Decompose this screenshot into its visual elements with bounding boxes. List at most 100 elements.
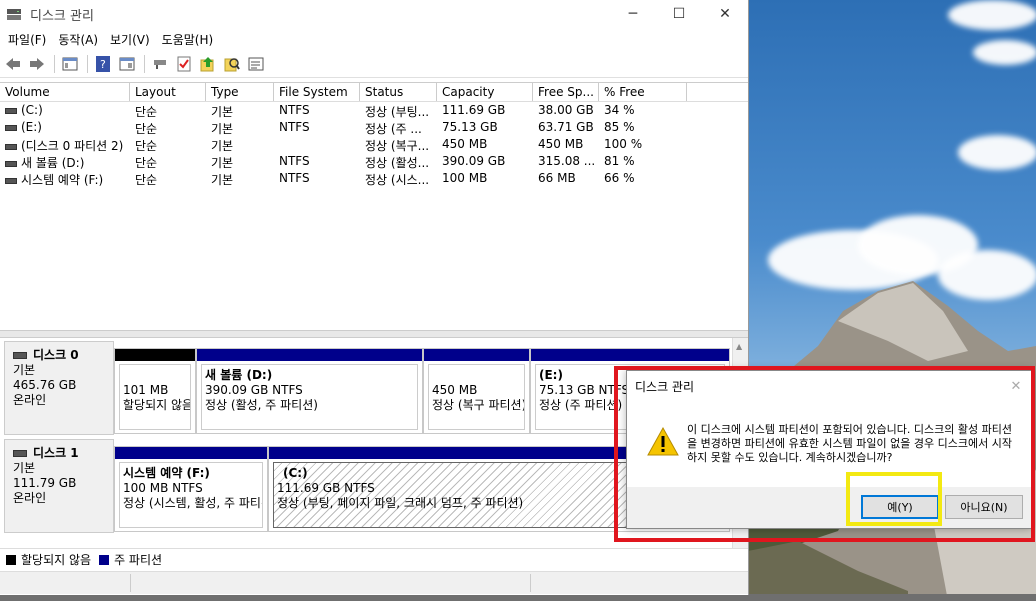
table-row[interactable]: 새 볼륨 (D:) 단순 기본 NTFS 정상 (활성... 390.09 GB…	[0, 153, 748, 170]
connect-icon[interactable]	[149, 53, 171, 75]
toolbar-separator	[144, 54, 145, 73]
toolbar: ?	[0, 50, 748, 78]
legend-swatch-primary	[99, 554, 110, 565]
table-row[interactable]: 시스템 예약 (F:) 단순 기본 NTFS 정상 (시스... 100 MB …	[0, 170, 748, 187]
menu-action[interactable]: 동작(A)	[54, 31, 106, 48]
volume-free-space: 315.08 ...	[538, 154, 596, 168]
red-highlight-box	[614, 366, 1035, 542]
pane-splitter[interactable]	[0, 330, 748, 338]
volume-free-space: 66 MB	[538, 171, 576, 185]
disk-size: 465.76 GB	[13, 378, 77, 392]
disk-0-label[interactable]: 디스크 0 기본 465.76 GB 온라인	[4, 341, 114, 435]
volume-name: 새 볼륨 (D:)	[21, 156, 85, 170]
volume-status: 정상 (부팅...	[365, 105, 430, 119]
status-segment	[130, 574, 131, 592]
disk-management-app-icon	[7, 9, 21, 20]
partition-size: 450 MB	[432, 383, 478, 397]
menu-file[interactable]: 파일(F)	[4, 31, 54, 48]
volume-capacity: 390.09 GB	[442, 154, 506, 168]
column-header-file-system[interactable]: File System	[274, 83, 360, 101]
volume-file-system: NTFS	[279, 171, 310, 185]
column-header-layout[interactable]: Layout	[130, 83, 206, 101]
volume-file-system: NTFS	[279, 103, 310, 117]
properties-icon[interactable]	[116, 53, 138, 75]
drive-icon	[5, 160, 17, 167]
volume-file-system	[274, 136, 360, 153]
column-header-free-space[interactable]: Free Sp...	[533, 83, 599, 101]
drive-icon	[5, 143, 17, 150]
column-header-capacity[interactable]: Capacity	[437, 83, 533, 101]
volume-capacity: 111.69 GB	[442, 103, 506, 117]
volume-file-system: NTFS	[279, 120, 310, 134]
disk-icon	[13, 352, 27, 359]
maximize-button[interactable]: ☐	[656, 0, 702, 28]
partition-body: 101 MB 할당되지 않음	[119, 364, 191, 430]
volume-type: 기본	[211, 156, 234, 170]
volume-layout: 단순	[135, 105, 158, 119]
partition-unallocated[interactable]: 101 MB 할당되지 않음	[114, 348, 196, 434]
window-title: 디스크 관리	[30, 8, 94, 24]
partition-d[interactable]: 새 볼륨 (D:) 390.09 GB NTFS 정상 (활성, 주 파티션)	[196, 348, 423, 434]
partition-recovery[interactable]: 450 MB 정상 (복구 파티션)	[423, 348, 530, 434]
help-icon[interactable]: ?	[92, 53, 114, 75]
volume-list: Volume Layout Type File System Status Ca…	[0, 82, 748, 328]
console-tree-icon[interactable]	[59, 53, 81, 75]
column-header-status[interactable]: Status	[360, 83, 437, 101]
legend: 할당되지 않음 주 파티션	[0, 548, 748, 570]
disk-1-label[interactable]: 디스크 1 기본 111.79 GB 온라인	[4, 439, 114, 533]
partition-name: 새 볼륨 (D:)	[205, 368, 273, 382]
settings-list-icon[interactable]	[245, 53, 267, 75]
table-row[interactable]: (C:) 단순 기본 NTFS 정상 (부팅... 111.69 GB 38.0…	[0, 102, 748, 119]
drive-icon	[5, 124, 17, 131]
volume-percent-free: 34 %	[604, 103, 635, 117]
table-row[interactable]: (디스크 0 파티션 2) 단순 기본 정상 (복구... 450 MB 450…	[0, 136, 748, 153]
disk-state: 온라인	[13, 491, 47, 505]
drive-icon	[5, 177, 17, 184]
menu-help[interactable]: 도움말(H)	[158, 31, 222, 48]
column-header-percent-free[interactable]: % Free	[599, 83, 687, 101]
volume-status: 정상 (주 ...	[365, 122, 422, 136]
disk-type: 기본	[13, 461, 36, 475]
drive-icon	[5, 107, 17, 114]
export-icon[interactable]	[197, 53, 219, 75]
volume-type: 기본	[211, 173, 234, 187]
disk-state: 온라인	[13, 393, 47, 407]
partition-f[interactable]: 시스템 예약 (F:) 100 MB NTFS 정상 (시스템, 활성, 주 파…	[114, 446, 268, 532]
partition-status: 정상 (활성, 주 파티션)	[205, 398, 318, 412]
volume-capacity: 100 MB	[442, 171, 488, 185]
column-header-type[interactable]: Type	[206, 83, 274, 101]
yellow-highlight-box	[846, 472, 942, 526]
volume-file-system: NTFS	[279, 154, 310, 168]
taskbar-strip	[0, 594, 1036, 601]
volume-free-space: 450 MB	[538, 137, 584, 151]
minimize-button[interactable]: ─	[610, 0, 656, 28]
volume-name: 시스템 예약 (F:)	[21, 173, 104, 187]
volume-free-space: 63.71 GB	[538, 120, 594, 134]
disk-icon	[13, 450, 27, 457]
partition-name: 시스템 예약 (F:)	[123, 466, 210, 480]
column-header-volume[interactable]: Volume	[0, 83, 130, 101]
partition-bar	[197, 349, 422, 361]
status-bar	[0, 571, 748, 594]
legend-label-unallocated: 할당되지 않음	[21, 553, 92, 567]
partition-body: 새 볼륨 (D:) 390.09 GB NTFS 정상 (활성, 주 파티션)	[201, 364, 418, 430]
svg-text:?: ?	[100, 58, 106, 71]
volume-list-header: Volume Layout Type File System Status Ca…	[0, 83, 748, 102]
volume-percent-free: 100 %	[604, 137, 643, 151]
table-row[interactable]: (E:) 단순 기본 NTFS 정상 (주 ... 75.13 GB 63.71…	[0, 119, 748, 136]
scroll-up-icon[interactable]: ▲	[736, 342, 742, 351]
close-button[interactable]: ✕	[702, 0, 748, 28]
volume-status: 정상 (시스...	[365, 173, 430, 187]
volume-status: 정상 (활성...	[365, 156, 430, 170]
volume-name: (E:)	[21, 120, 42, 134]
menu-view[interactable]: 보기(V)	[106, 31, 158, 48]
check-icon[interactable]	[173, 53, 195, 75]
partition-status: 할당되지 않음	[123, 398, 191, 412]
menu-bar: 파일(F) 동작(A) 보기(V) 도움말(H)	[0, 28, 748, 50]
partition-status: 정상 (복구 파티션)	[432, 398, 525, 412]
back-arrow-icon[interactable]	[2, 53, 24, 75]
forward-arrow-icon[interactable]	[26, 53, 48, 75]
volume-capacity: 75.13 GB	[442, 120, 498, 134]
search-icon[interactable]	[221, 53, 243, 75]
toolbar-separator	[54, 54, 55, 73]
